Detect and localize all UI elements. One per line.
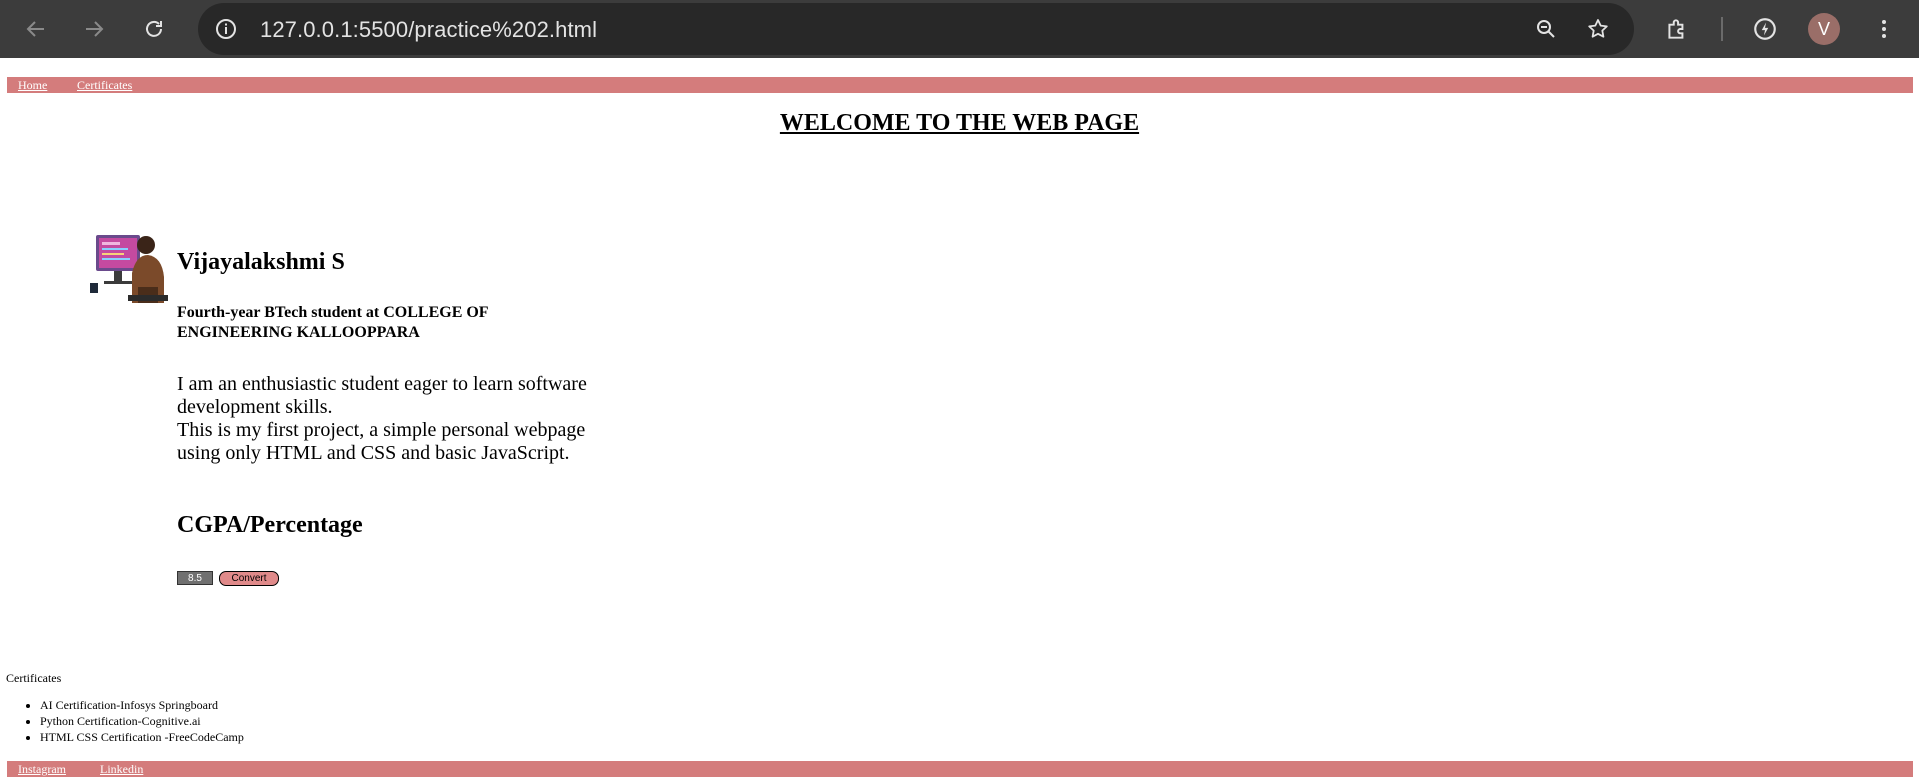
url-text[interactable]: 127.0.0.1:5500/practice%202.html [260,17,597,43]
reload-icon[interactable] [138,13,170,45]
avatar-letter: V [1817,18,1830,39]
address-bar[interactable]: 127.0.0.1:5500/practice%202.html [198,3,1634,55]
performance-icon[interactable] [1749,13,1781,45]
profile-image [88,225,168,305]
convert-button[interactable]: Convert [219,571,279,586]
profile-avatar[interactable]: V [1808,13,1840,45]
extensions-icon[interactable] [1661,13,1693,45]
about-line-2: This is my first project, a simple perso… [177,419,586,464]
certificates-list: AI Certification-Infosys Springboard Pyt… [6,697,244,745]
cgpa-heading: CGPA/Percentage [177,512,363,538]
top-navigation: Home Certificates [7,77,1913,93]
zoom-icon[interactable] [1530,13,1562,45]
list-item: AI Certification-Infosys Springboard [40,697,244,713]
footer-bar: Instagram Linkedin [7,761,1913,777]
toolbar-divider [1721,17,1723,41]
profile-subtitle: Fourth-year BTech student at COLLEGE OF … [177,304,488,341]
profile-name: Vijayalakshmi S [177,249,345,275]
nav-link-home[interactable]: Home [18,78,47,93]
site-info-icon[interactable] [210,13,242,45]
page-title: WELCOME TO THE WEB PAGE [779,110,1140,136]
list-item: HTML CSS Certification -FreeCodeCamp [40,729,244,745]
about-line-1: I am an enthusiastic student eager to le… [177,373,587,418]
cgpa-input[interactable]: 8.5 [177,571,213,585]
bookmark-star-icon[interactable] [1582,13,1614,45]
footer-link-instagram[interactable]: Instagram [18,762,66,777]
forward-icon[interactable] [78,13,110,45]
menu-icon[interactable] [1868,13,1900,45]
certificates-heading: Certificates [6,671,62,685]
footer-link-linkedin[interactable]: Linkedin [100,762,143,777]
back-icon[interactable] [20,13,52,45]
browser-toolbar: 127.0.0.1:5500/practice%202.html V [0,0,1919,58]
about-text: I am an enthusiastic student eager to le… [177,373,587,465]
list-item: Python Certification-Cognitive.ai [40,713,244,729]
nav-link-certificates[interactable]: Certificates [77,78,132,93]
